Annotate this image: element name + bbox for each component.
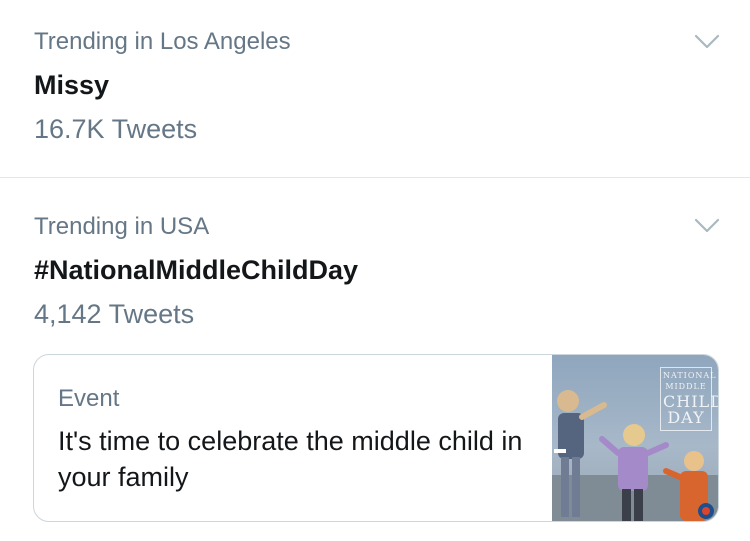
trend-tweet-count: 16.7K Tweets: [34, 114, 198, 144]
event-label: Event: [58, 385, 120, 412]
event-title: It's time to celebrate the middle child …: [58, 426, 523, 492]
trend-name[interactable]: Missy: [34, 70, 109, 101]
chevron-down-icon[interactable]: [694, 218, 720, 234]
chevron-down-icon[interactable]: [694, 34, 720, 50]
overlay-line: MIDDLE: [665, 382, 707, 391]
trend-item[interactable]: Trending in USA #NationalMiddleChildDay …: [0, 178, 750, 541]
event-image: NATIONAL MIDDLE CHILD DAY: [552, 355, 718, 521]
event-card[interactable]: Event It's time to celebrate the middle …: [33, 354, 719, 522]
trend-item[interactable]: Trending in Los Angeles Missy 16.7K Twee…: [0, 0, 750, 178]
trend-context: Trending in USA: [34, 213, 210, 240]
trend-context: Trending in Los Angeles: [34, 28, 291, 55]
trend-name[interactable]: #NationalMiddleChildDay: [34, 255, 358, 286]
overlay-line: DAY: [667, 408, 705, 427]
event-image-overlay: NATIONAL MIDDLE CHILD DAY: [660, 367, 718, 431]
overlay-line: NATIONAL: [663, 371, 717, 380]
trend-tweet-count: 4,142 Tweets: [34, 299, 195, 329]
